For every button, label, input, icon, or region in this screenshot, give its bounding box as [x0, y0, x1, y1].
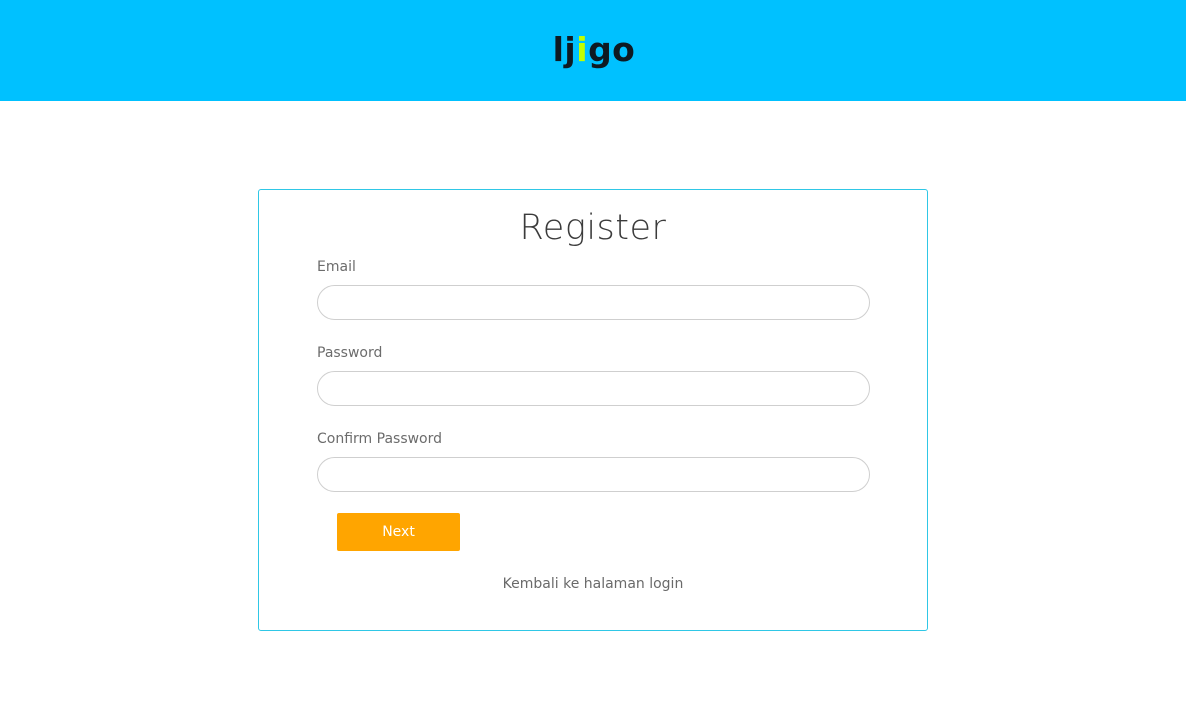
email-label: Email — [317, 259, 356, 275]
next-button[interactable]: Next — [337, 513, 460, 551]
password-label: Password — [317, 345, 383, 361]
confirm-password-label: Confirm Password — [317, 431, 443, 447]
confirm-password-field[interactable] — [317, 457, 870, 492]
password-field[interactable] — [317, 371, 870, 406]
page-title: Register — [519, 208, 667, 248]
logo-text-suffix: go — [588, 29, 636, 69]
logo-text-dot: i — [576, 29, 589, 69]
back-to-login-link[interactable]: Kembali ke halaman login — [259, 576, 927, 592]
email-field[interactable] — [317, 285, 870, 320]
register-card: Register Email Password Confirm Password… — [258, 189, 928, 631]
logo-text-prefix: lj — [552, 29, 577, 69]
brand-logo[interactable]: lj i go — [548, 24, 640, 74]
top-header-bar: lj i go — [0, 0, 1186, 101]
